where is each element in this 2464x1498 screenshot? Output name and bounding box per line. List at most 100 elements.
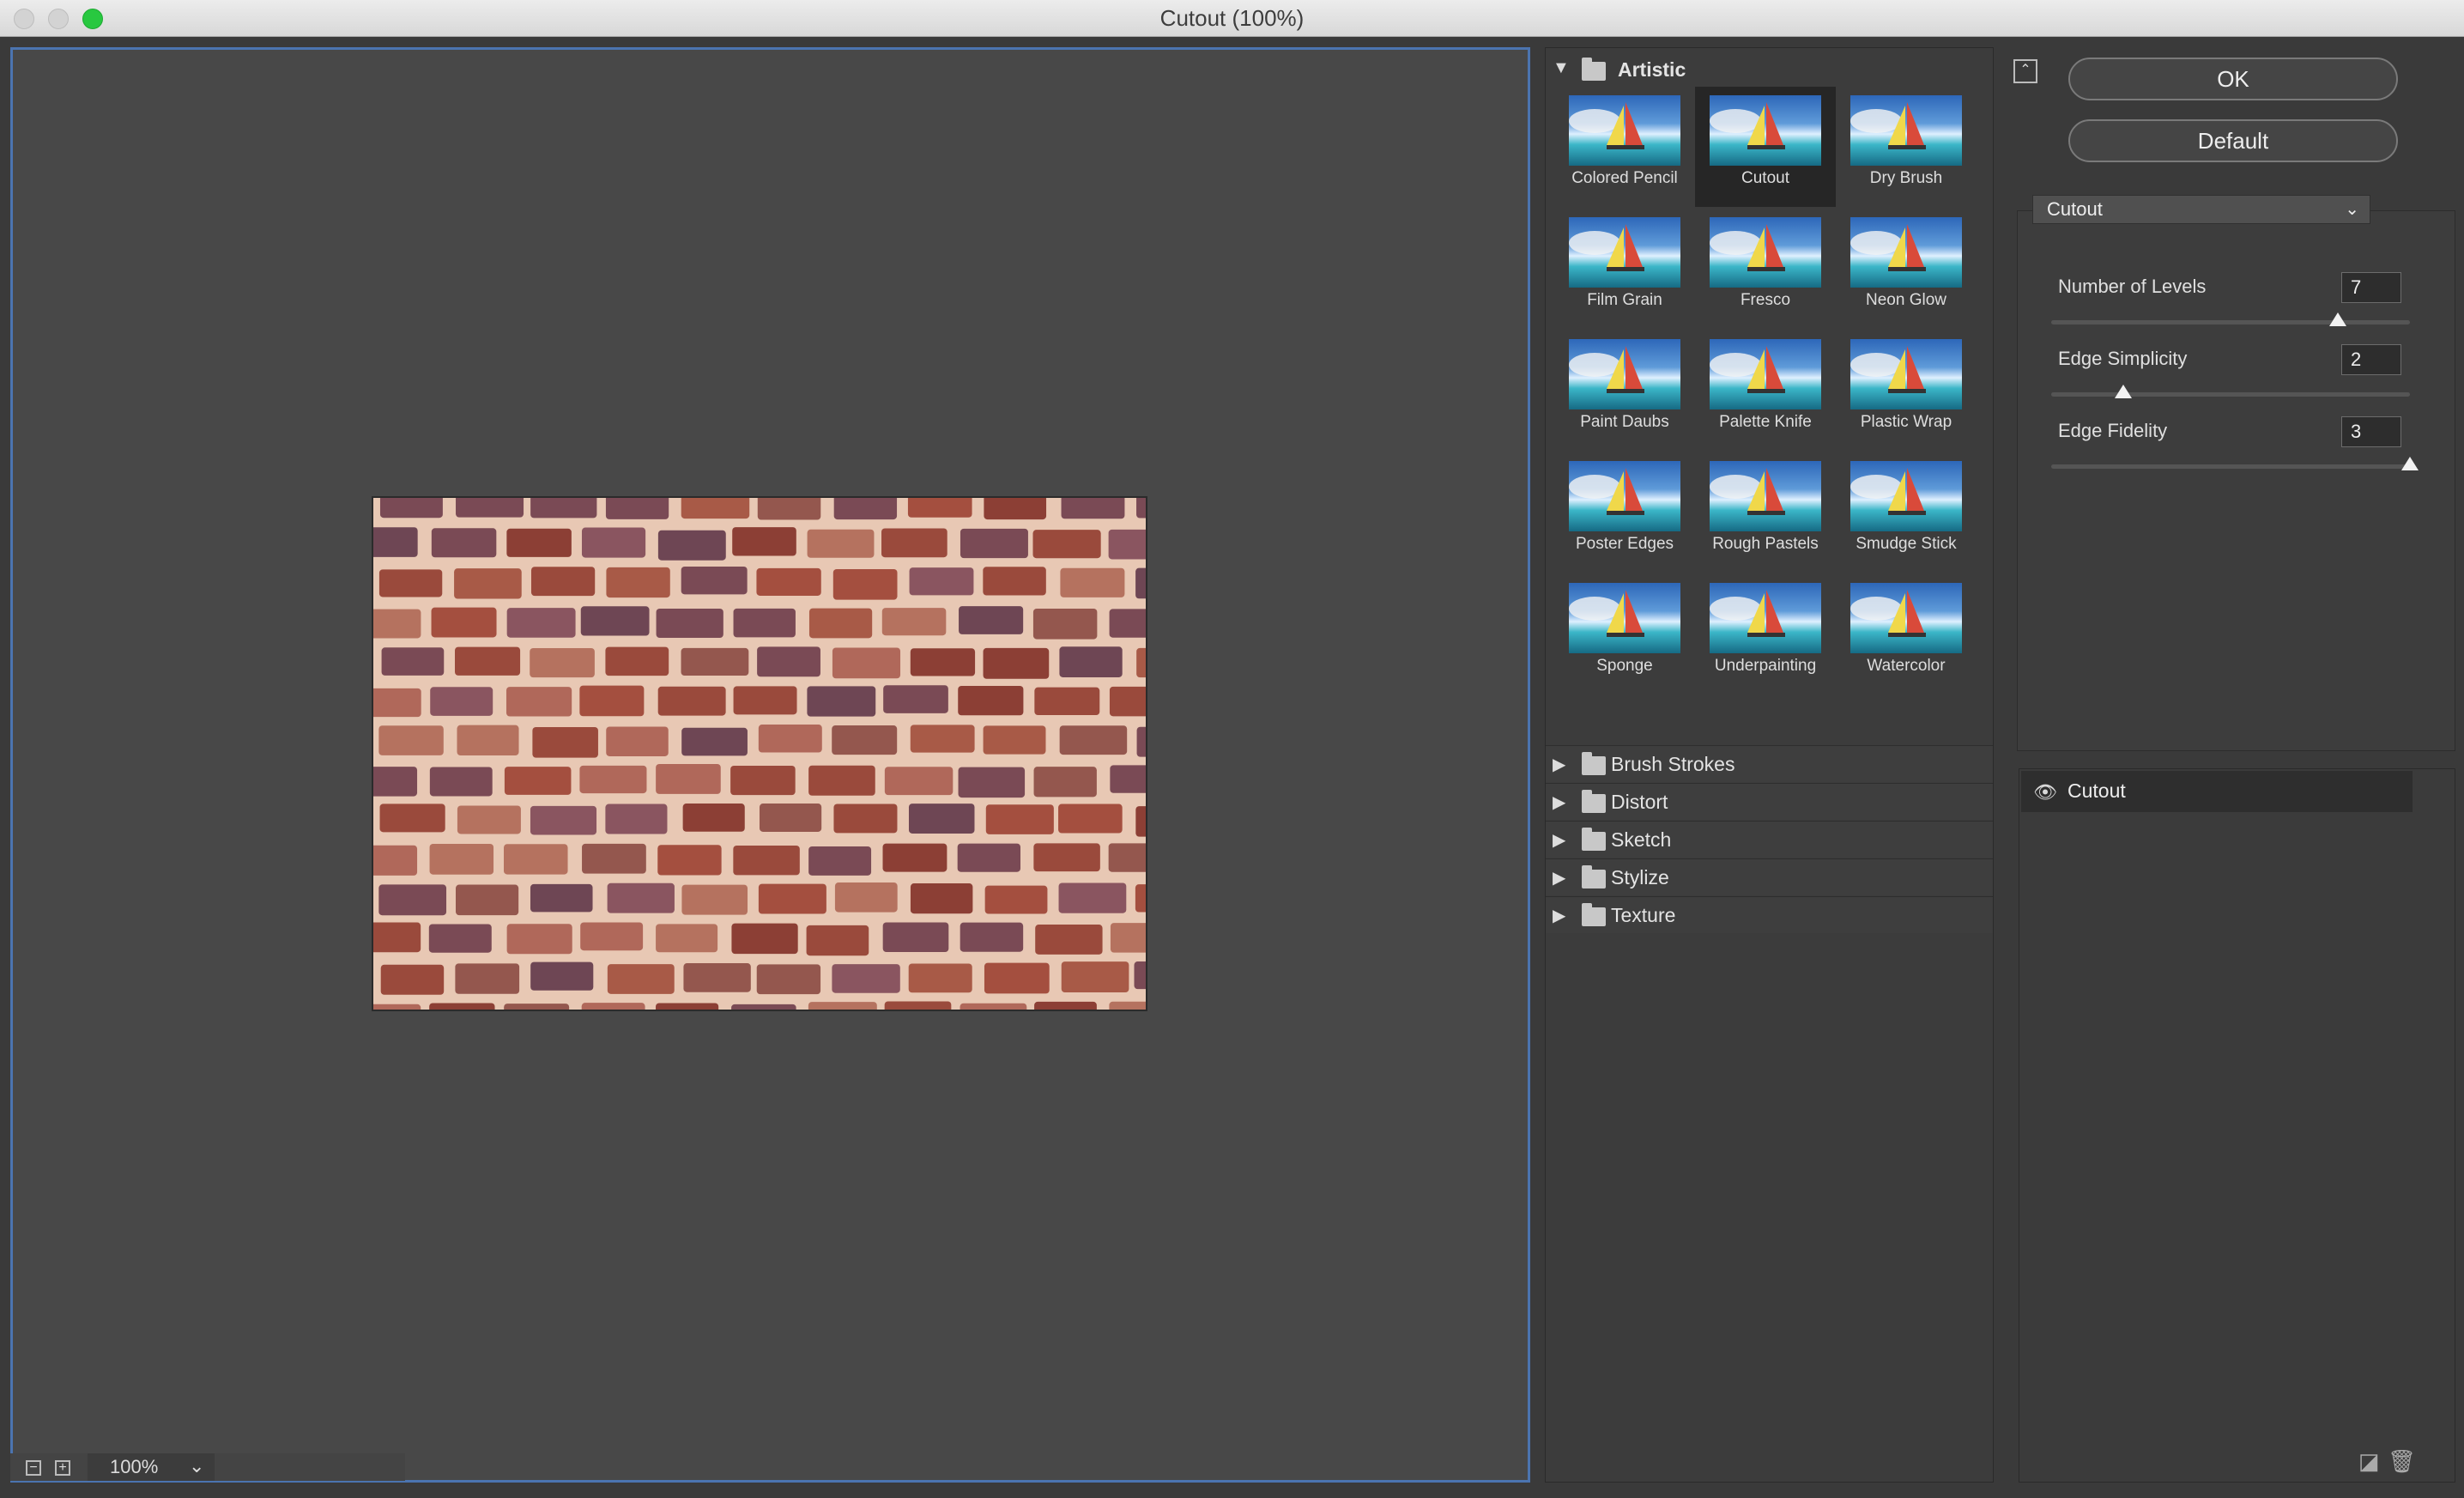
brick-wall-image: [373, 498, 1146, 1010]
filter-thumb-rough-pastels[interactable]: Rough Pastels: [1695, 452, 1836, 573]
folder-icon: [1582, 865, 1606, 888]
sailboat-thumbnail-image: [1710, 583, 1821, 653]
folder-icon: [1582, 58, 1606, 81]
triangle-right-icon: ▶: [1553, 907, 1566, 925]
effect-layers-panel: 👁 Cutout: [2019, 768, 2455, 1483]
filter-thumb-label: Dry Brush: [1869, 169, 1943, 187]
trash-icon[interactable]: 🗑: [2388, 1448, 2416, 1475]
sailboat-thumbnail-image: [1569, 583, 1680, 653]
slider-thumb[interactable]: [2401, 457, 2419, 470]
filter-thumb-label: Palette Knife: [1719, 413, 1812, 431]
filter-thumb-watercolor[interactable]: Watercolor: [1836, 574, 1977, 694]
sailboat-thumbnail-image: [1850, 217, 1962, 288]
filter-thumb-dry-brush[interactable]: Dry Brush: [1836, 87, 1977, 207]
filter-thumb-label: Colored Pencil: [1571, 169, 1678, 187]
filter-thumb-label: Paint Daubs: [1580, 413, 1669, 431]
category-texture[interactable]: ▶ Texture: [1546, 896, 1993, 933]
triangle-right-icon: ▶: [1553, 755, 1566, 774]
param-slider[interactable]: [2051, 457, 2419, 470]
filter-thumb-colored-pencil[interactable]: Colored Pencil: [1554, 87, 1695, 207]
zoom-out-button[interactable]: −: [26, 1460, 41, 1476]
filter-thumb-neon-glow[interactable]: Neon Glow: [1836, 209, 1977, 329]
triangle-right-icon: ▶: [1553, 831, 1566, 850]
filter-thumb-sponge[interactable]: Sponge: [1554, 574, 1695, 694]
effect-layer-row[interactable]: 👁 Cutout: [2021, 771, 2413, 812]
ok-button[interactable]: OK: [2068, 58, 2398, 100]
slider-thumb[interactable]: [2114, 385, 2132, 398]
layer-actions: ◪ 🗑: [2008, 1448, 2464, 1483]
param-slider[interactable]: [2051, 385, 2410, 398]
filter-thumb-cutout[interactable]: Cutout: [1695, 87, 1836, 207]
filter-thumb-smudge-stick[interactable]: Smudge Stick: [1836, 452, 1977, 573]
slider-thumb[interactable]: [2329, 312, 2347, 326]
filter-thumb-paint-daubs[interactable]: Paint Daubs: [1554, 331, 1695, 451]
folder-icon: [1582, 790, 1606, 813]
sailboat-thumbnail-image: [1850, 583, 1962, 653]
filter-thumb-film-grain[interactable]: Film Grain: [1554, 209, 1695, 329]
eye-icon[interactable]: 👁: [2033, 781, 2057, 804]
triangle-down-icon: ▼: [1553, 58, 1570, 77]
category-distort[interactable]: ▶ Distort: [1546, 783, 1993, 820]
sailboat-thumbnail-image: [1850, 339, 1962, 409]
filter-thumb-underpainting[interactable]: Underpainting: [1695, 574, 1836, 694]
collapse-panel-icon[interactable]: ⌃: [2013, 59, 2037, 83]
preview-canvas[interactable]: [10, 47, 1530, 1483]
title-bar: Cutout (100%): [0, 0, 2464, 37]
sailboat-thumbnail-image: [1710, 95, 1821, 166]
filter-thumb-plastic-wrap[interactable]: Plastic Wrap: [1836, 331, 1977, 451]
filter-browser: ▼ Artistic Colored Pencil Cutout Dry Brush…: [1545, 47, 1994, 1483]
category-label: Distort: [1611, 791, 1668, 813]
effect-layer-name: Cutout: [2067, 779, 2126, 802]
zoom-in-button[interactable]: +: [55, 1460, 70, 1476]
category-label: Texture: [1611, 904, 1676, 926]
folder-icon: [1582, 752, 1606, 775]
filter-thumb-label: Neon Glow: [1866, 291, 1946, 309]
category-artistic[interactable]: ▼ Artistic: [1553, 53, 1965, 84]
chevron-down-icon: ⌄: [2345, 200, 2359, 219]
sailboat-thumbnail-image: [1710, 339, 1821, 409]
filter-thumb-label: Plastic Wrap: [1860, 413, 1952, 431]
param-value-field[interactable]: 7: [2341, 272, 2401, 303]
filter-thumb-label: Poster Edges: [1575, 535, 1674, 553]
category-sketch[interactable]: ▶ Sketch: [1546, 821, 1993, 858]
default-button[interactable]: Default: [2068, 119, 2398, 162]
window-title: Cutout (100%): [1159, 5, 1305, 31]
filter-select[interactable]: Cutout ⌄: [2032, 195, 2370, 224]
triangle-right-icon: ▶: [1553, 793, 1566, 812]
filter-thumb-label: Fresco: [1740, 291, 1791, 309]
param-label: Edge Simplicity: [2058, 348, 2188, 369]
zoom-chevron-down-icon[interactable]: ⌄: [189, 1453, 204, 1479]
param-value-field[interactable]: 3: [2341, 416, 2401, 447]
param-label: Number of Levels: [2058, 276, 2207, 297]
filter-thumb-label: Watercolor: [1867, 657, 1946, 675]
param-label: Edge Fidelity: [2058, 420, 2168, 441]
triangle-right-icon: ▶: [1553, 869, 1566, 888]
zoom-bar: − + 100% ⌄: [10, 1453, 405, 1481]
sailboat-thumbnail-image: [1569, 217, 1680, 288]
filter-thumb-label: Rough Pastels: [1712, 535, 1819, 553]
param-slider[interactable]: [2051, 312, 2410, 326]
category-label: Sketch: [1611, 828, 1672, 851]
preview-image[interactable]: [372, 496, 1147, 1011]
filter-thumb-label: Sponge: [1596, 657, 1653, 675]
filter-thumb-fresco[interactable]: Fresco: [1695, 209, 1836, 329]
new-effect-layer-icon[interactable]: ◪: [2358, 1448, 2380, 1475]
filter-thumb-palette-knife[interactable]: Palette Knife: [1695, 331, 1836, 451]
sailboat-thumbnail-image: [1710, 217, 1821, 288]
filter-thumb-label: Cutout: [1741, 169, 1789, 187]
category-label: Brush Strokes: [1611, 753, 1735, 775]
filter-select-value: Cutout: [2047, 198, 2103, 220]
right-panel: ⌃ OK Default Cutout ⌄ Number of Levels 7 E…: [2008, 47, 2464, 1483]
filter-thumb-poster-edges[interactable]: Poster Edges: [1554, 452, 1695, 573]
filter-thumb-label: Film Grain: [1587, 291, 1662, 309]
sailboat-thumbnail-image: [1569, 339, 1680, 409]
sailboat-thumbnail-image: [1569, 95, 1680, 166]
filter-thumb-label: Underpainting: [1714, 657, 1817, 675]
category-brush-strokes[interactable]: ▶ Brush Strokes: [1546, 745, 1993, 782]
category-stylize[interactable]: ▶ Stylize: [1546, 858, 1993, 895]
filter-thumb-label: Smudge Stick: [1856, 535, 1957, 553]
sailboat-thumbnail-image: [1850, 95, 1962, 166]
sailboat-thumbnail-image: [1850, 461, 1962, 531]
param-value-field[interactable]: 2: [2341, 344, 2401, 375]
category-label: Stylize: [1611, 866, 1669, 888]
